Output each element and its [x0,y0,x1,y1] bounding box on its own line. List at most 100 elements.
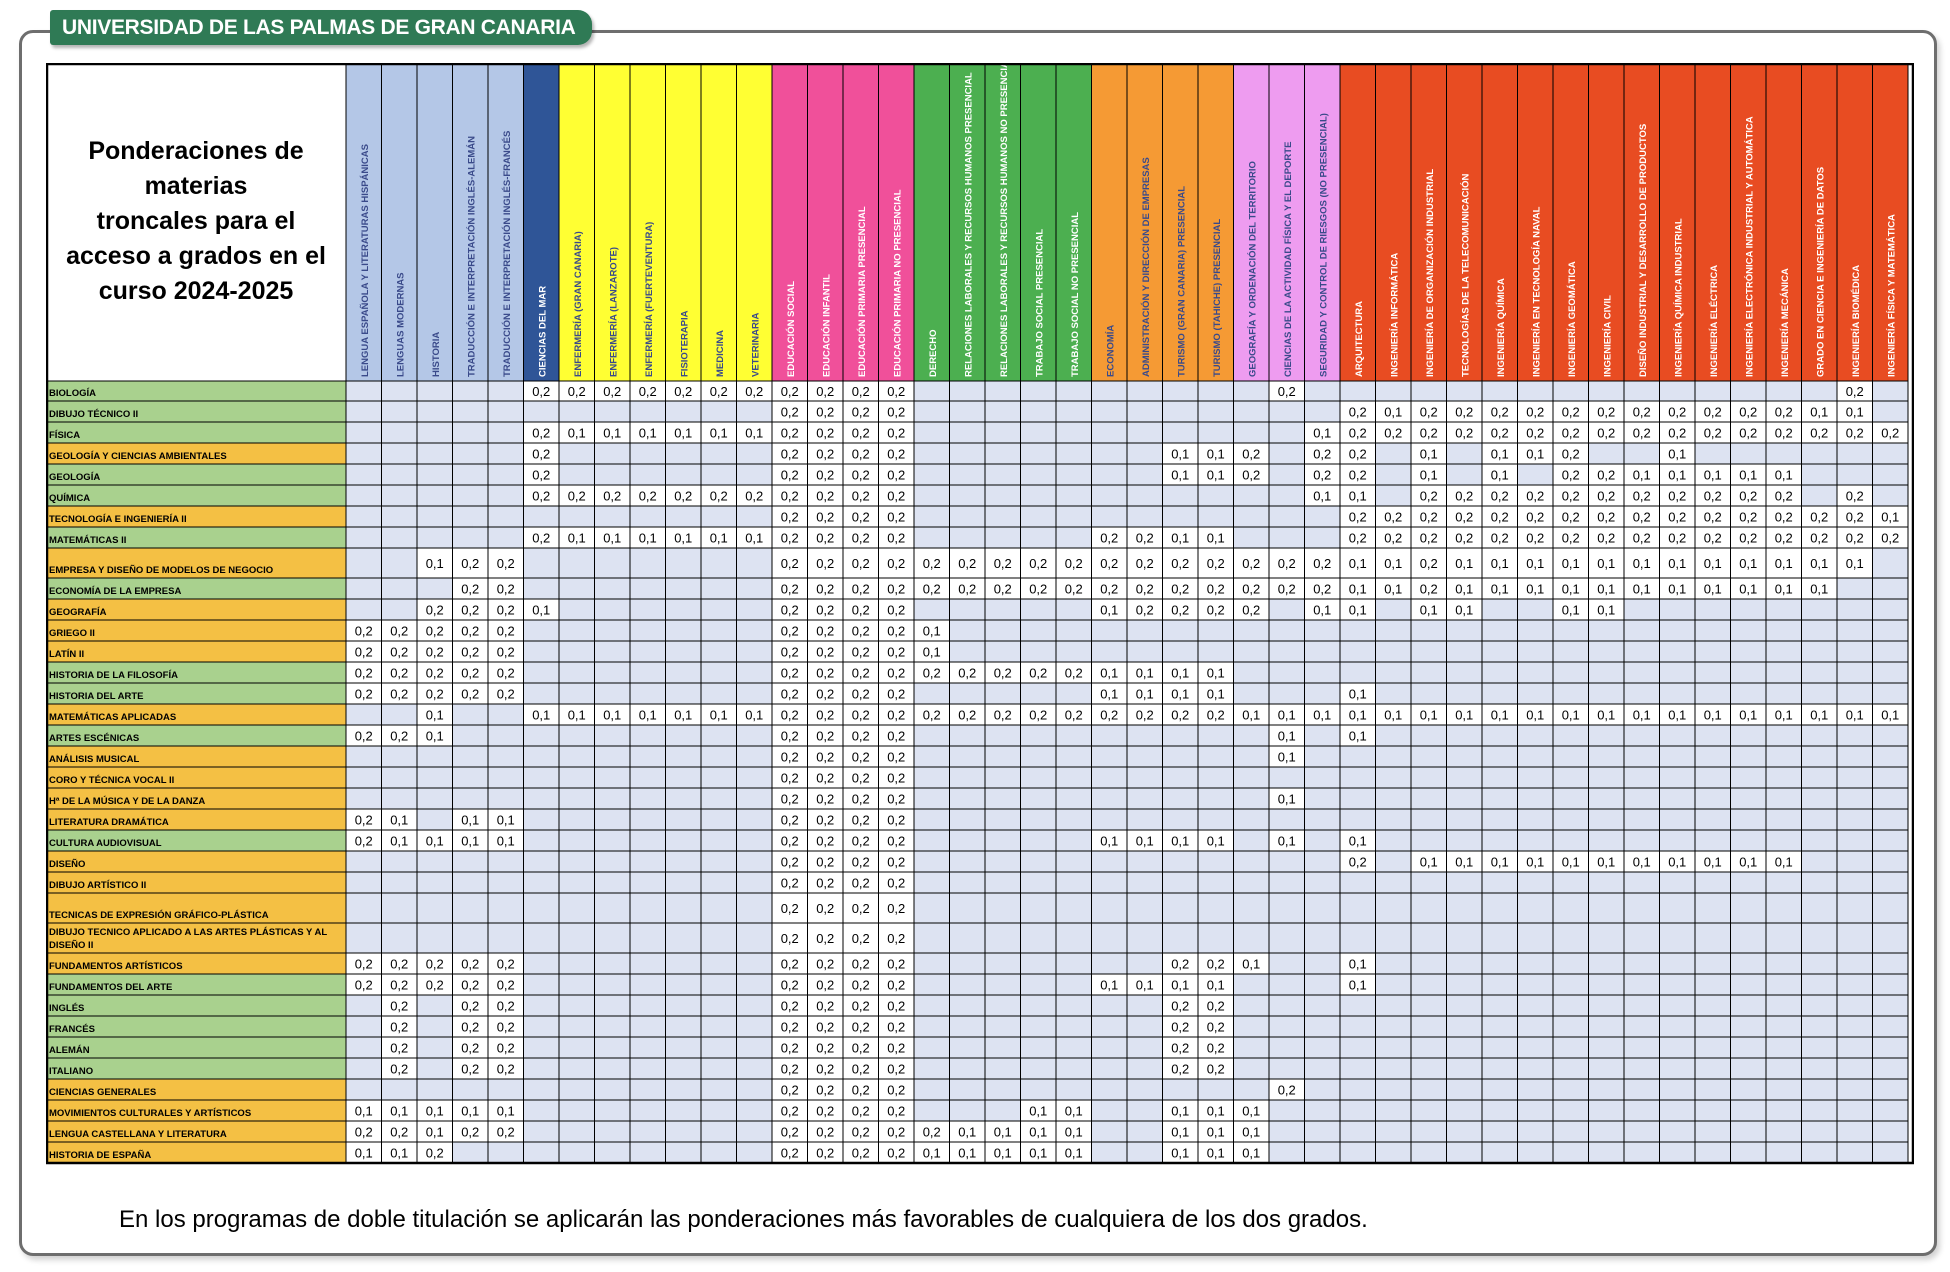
weight-value: 0,2 [887,813,905,828]
weight-cell [1375,745,1412,768]
weight-value: 0,1 [1207,1104,1225,1119]
ponderaciones-table: Ponderaciones de materias troncales para e… [46,63,1914,1170]
weight-cell [1197,619,1234,642]
weight-cell [949,724,986,747]
weight-cell [487,400,524,423]
weight-cell [558,1057,595,1080]
weight-cell [381,598,418,621]
weight-cell [1304,745,1341,768]
weight-value: 0,1 [1455,603,1473,618]
weight-cell [1020,463,1057,486]
weight-cell [1446,442,1483,465]
weight-value: 0,1 [639,426,657,441]
weight-value: 0,2 [887,729,905,744]
weight-value: 0,2 [1313,468,1331,483]
weight-cell [1836,745,1873,768]
weight-cell [1410,1078,1447,1101]
weight-cell [1623,766,1660,789]
weight-cell [700,505,737,528]
weight-cell [629,1015,666,1038]
weight-cell [1055,787,1092,810]
weight-cell [665,892,702,924]
weight-value: 0,2 [852,1104,870,1119]
weight-cell [558,871,595,894]
weight-cell [1375,922,1412,954]
weight-cell [1020,1015,1057,1038]
weight-value: 0,2 [1597,405,1615,420]
table-row: DIBUJO TECNICO APLICADO A LAS ARTES PLÁS… [46,922,1909,954]
weight-value: 0,2 [781,1104,799,1119]
weight-value: 0,2 [816,1083,834,1098]
weight-cell [1694,892,1731,924]
weight-cell [736,1036,773,1059]
weight-cell [1730,892,1767,924]
weight-cell [736,1099,773,1122]
weight-cell [913,973,950,996]
weight-cell [1268,640,1305,663]
weight-value: 0,2 [852,645,870,660]
weight-value: 0,1 [1313,708,1331,723]
weight-cell [1481,1078,1518,1101]
weight-cell [594,1099,631,1122]
weight-cell [1091,922,1128,954]
weight-cell [913,463,950,486]
weight-cell [1197,421,1234,444]
subject-label: LITERATURA DRAMÁTICA [49,817,169,828]
weight-cell [1872,619,1909,642]
weight-cell [665,577,702,600]
weight-value: 0,2 [461,624,479,639]
weight-cell [416,787,453,810]
weight-value: 0,1 [1810,708,1828,723]
weight-cell [1304,1120,1341,1143]
weight-cell [381,850,418,873]
weight-cell [984,619,1021,642]
weight-value: 0,2 [1420,510,1438,525]
weight-value: 0,1 [1810,556,1828,571]
weight-value: 0,2 [781,468,799,483]
weight-cell [1410,682,1447,705]
weight-cell [629,1141,666,1164]
weight-value: 0,2 [781,901,799,916]
weight-cell [1730,1057,1767,1080]
weight-cell [487,463,524,486]
weight-cell [736,1120,773,1143]
weight-cell [1836,1015,1873,1038]
weight-value: 0,2 [1384,426,1402,441]
weight-value: 0,1 [1846,556,1864,571]
weight-cell [1481,1120,1518,1143]
weight-cell [1410,640,1447,663]
weight-value: 0,2 [781,1146,799,1161]
weight-value: 0,1 [1278,792,1296,807]
weight-value: 0,2 [568,384,586,399]
weight-value: 0,2 [887,771,905,786]
weight-value: 0,2 [1207,1041,1225,1056]
weight-cell [1055,442,1092,465]
weight-cell [523,973,560,996]
weight-cell [452,526,489,549]
table-title-line: curso 2024-2025 [99,277,294,305]
weight-cell [452,442,489,465]
degree-header-label: TRABAJO SOCIAL PRESENCIAL [1034,229,1045,377]
weight-cell [558,1078,595,1101]
weight-cell [949,973,986,996]
weight-cell [700,682,737,705]
weight-cell [1020,505,1057,528]
weight-cell [1446,1015,1483,1038]
weight-cell [1375,808,1412,831]
weight-value: 0,2 [461,645,479,660]
weight-cell [1801,619,1838,642]
weight-value: 0,1 [958,1125,976,1140]
weight-value: 0,2 [1100,556,1118,571]
weight-value: 0,1 [1278,750,1296,765]
weight-cell [1801,640,1838,663]
weight-cell [949,526,986,549]
weight-cell [1126,1099,1163,1122]
weight-value: 0,2 [852,729,870,744]
weight-cell [1694,1099,1731,1122]
weight-value: 0,2 [1100,708,1118,723]
weight-cell [594,829,631,852]
weight-cell [1020,766,1057,789]
weight-cell [594,892,631,924]
weight-value: 0,2 [852,978,870,993]
weight-value: 0,2 [1278,1083,1296,1098]
